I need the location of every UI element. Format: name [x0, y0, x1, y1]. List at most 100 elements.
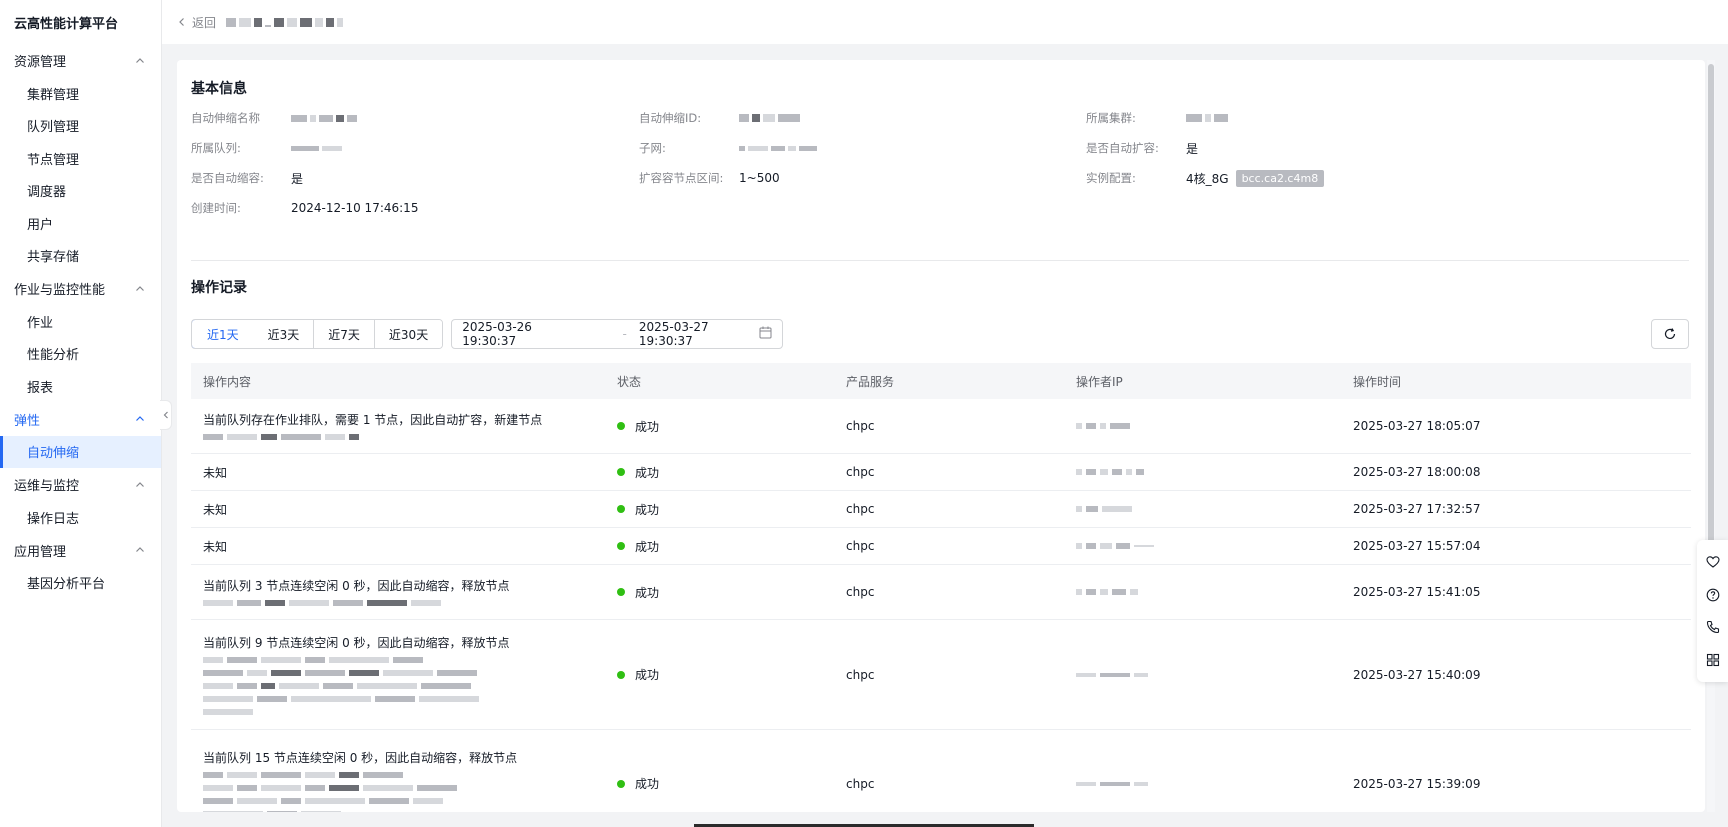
info-name: 自动伸缩名称	[191, 108, 357, 128]
range-7-days[interactable]: 近7天	[314, 320, 375, 348]
status-text: 成功	[635, 668, 660, 682]
cell-status: 成功	[605, 501, 834, 518]
sidebar-item-queues[interactable]: 队列管理	[0, 110, 161, 143]
cell-service: chpc	[846, 502, 875, 516]
cell-content: 当前队列 9 节点连续空闲 0 秒，因此自动缩容，释放节点	[191, 635, 605, 715]
cell-time: 2025-03-27 15:39:09	[1353, 776, 1481, 791]
cell-ip-redacted	[1064, 423, 1341, 429]
cell-content: 当前队列 15 节点连续空闲 0 秒，因此自动缩容，释放节点	[191, 750, 605, 812]
back-button[interactable]: 返回	[178, 14, 216, 31]
range-1-day[interactable]: 近1天	[192, 320, 255, 348]
instance-type-tag: bcc.ca2.c4m8	[1235, 169, 1325, 187]
group-header-apps[interactable]: 应用管理	[0, 534, 161, 567]
status-text: 成功	[635, 539, 660, 554]
info-label: 是否自动扩容:	[1086, 141, 1159, 155]
redacted-text	[203, 600, 605, 606]
cell-time: 2025-03-27 17:32:57	[1353, 502, 1481, 516]
nav-group-ops: 运维与监控 操作日志	[0, 468, 161, 534]
info-instance-config: 实例配置: 4核_8G bcc.ca2.c4m8	[1086, 168, 1325, 188]
group-header-jobs[interactable]: 作业与监控性能	[0, 272, 161, 305]
cell-ip-redacted	[1064, 589, 1341, 595]
sidebar-collapse-handle[interactable]	[160, 400, 172, 430]
cell-status: 成功	[605, 418, 834, 435]
group-label: 作业与监控性能	[14, 283, 106, 298]
info-value: 是	[1186, 141, 1199, 156]
section-title-records: 操作记录	[191, 280, 247, 296]
group-label: 资源管理	[14, 55, 67, 70]
range-30-days[interactable]: 近30天	[374, 320, 443, 348]
sidebar-item-reports[interactable]: 报表	[0, 370, 161, 403]
cell-ip-redacted	[1064, 672, 1341, 677]
scrollbar-thumb[interactable]	[1708, 64, 1714, 584]
info-value-redacted	[739, 145, 817, 151]
cell-time: 2025-03-27 18:00:08	[1353, 465, 1481, 479]
operation-content: 当前队列 9 节点连续空闲 0 秒，因此自动缩容，释放节点	[203, 635, 510, 650]
info-value: 1~500	[739, 171, 780, 185]
cell-content: 未知	[203, 502, 228, 517]
operation-content: 当前队列 3 节点连续空闲 0 秒，因此自动缩容，释放节点	[203, 579, 510, 593]
sidebar-item-operation-log[interactable]: 操作日志	[0, 501, 161, 534]
cell-service: chpc	[846, 419, 875, 433]
cell-content: 未知	[203, 539, 228, 554]
cell-ip-redacted	[1064, 781, 1341, 786]
redacted-text	[203, 772, 605, 812]
back-label: 返回	[192, 15, 217, 30]
cell-ip-redacted	[1064, 506, 1341, 512]
cell-content: 当前队列 3 节点连续空闲 0 秒，因此自动缩容，释放节点	[191, 578, 605, 606]
phone-icon[interactable]	[1703, 617, 1723, 637]
table-row: 未知 成功 chpc 2025-03-27 18:00:08	[191, 454, 1691, 491]
success-status-dot	[617, 670, 625, 679]
status-text: 成功	[635, 465, 660, 480]
table-row: 当前队列 15 节点连续空闲 0 秒，因此自动缩容，释放节点 成功 chpc 2…	[191, 730, 1691, 812]
chevron-left-icon	[179, 18, 184, 26]
floating-toolbar	[1697, 540, 1728, 682]
heart-icon[interactable]	[1703, 552, 1723, 572]
info-created-time: 创建时间: 2024-12-10 17:46:15	[191, 198, 418, 218]
help-icon[interactable]	[1703, 585, 1723, 605]
sidebar-item-performance[interactable]: 性能分析	[0, 338, 161, 371]
group-label: 应用管理	[14, 544, 67, 560]
info-label: 自动伸缩ID:	[639, 111, 702, 125]
refresh-button[interactable]	[1651, 319, 1689, 349]
cell-ip-redacted	[1064, 469, 1341, 475]
column-header: 操作时间	[1353, 374, 1402, 389]
cell-status: 成功	[605, 775, 834, 792]
table-row: 当前队列 3 节点连续空闲 0 秒，因此自动缩容，释放节点 成功 chpc 20…	[191, 565, 1691, 620]
nav-group-jobs: 作业与监控性能 作业 性能分析 报表	[0, 272, 161, 403]
group-header-elastic[interactable]: 弹性	[0, 403, 161, 436]
success-status-dot	[617, 505, 625, 513]
info-id: 自动伸缩ID:	[639, 108, 800, 128]
records-table: 操作内容 状态 产品服务 操作者IP 操作时间 当前队列存在作业排队，需要 1 …	[191, 363, 1691, 812]
date-range-picker[interactable]: 2025-03-26 19:30:37 - 2025-03-27 19:30:3…	[451, 319, 784, 349]
sidebar-item-gene-analysis[interactable]: 基因分析平台	[0, 567, 161, 600]
sidebar-item-clusters[interactable]: 集群管理	[0, 77, 161, 110]
success-status-dot	[617, 588, 625, 596]
group-header-resources[interactable]: 资源管理	[0, 44, 161, 77]
success-status-dot	[617, 779, 625, 788]
cell-service: chpc	[846, 776, 875, 791]
column-header: 产品服务	[846, 374, 895, 389]
info-value-redacted	[739, 114, 800, 122]
sidebar-item-jobs[interactable]: 作业	[0, 305, 161, 338]
sidebar-item-scheduler[interactable]: 调度器	[0, 175, 161, 208]
info-label: 自动伸缩名称	[191, 111, 260, 125]
sidebar-item-nodes[interactable]: 节点管理	[0, 142, 161, 175]
cell-time: 2025-03-27 15:57:04	[1353, 539, 1481, 553]
redacted-text	[203, 656, 605, 715]
cell-service: chpc	[846, 465, 875, 479]
grid-icon[interactable]	[1703, 650, 1723, 670]
chevron-up-icon	[135, 56, 145, 66]
group-header-ops[interactable]: 运维与监控	[0, 468, 161, 501]
info-label: 实例配置:	[1086, 171, 1136, 185]
nav-group-apps: 应用管理 基因分析平台	[0, 534, 161, 600]
vertical-scrollbar[interactable]	[1707, 60, 1715, 812]
cell-time: 2025-03-27 15:41:05	[1353, 585, 1481, 599]
sidebar-item-shared-storage[interactable]: 共享存储	[0, 240, 161, 273]
sidebar-item-users[interactable]: 用户	[0, 207, 161, 240]
nav-group-resources: 资源管理 集群管理 队列管理 节点管理 调度器 用户 共享存储	[0, 44, 161, 272]
group-label: 弹性	[14, 413, 41, 429]
section-divider	[191, 260, 1689, 261]
range-3-days[interactable]: 近3天	[253, 320, 315, 348]
sidebar-item-autoscaling[interactable]: 自动伸缩	[0, 435, 161, 468]
info-value: 2024-12-10 17:46:15	[291, 201, 419, 215]
